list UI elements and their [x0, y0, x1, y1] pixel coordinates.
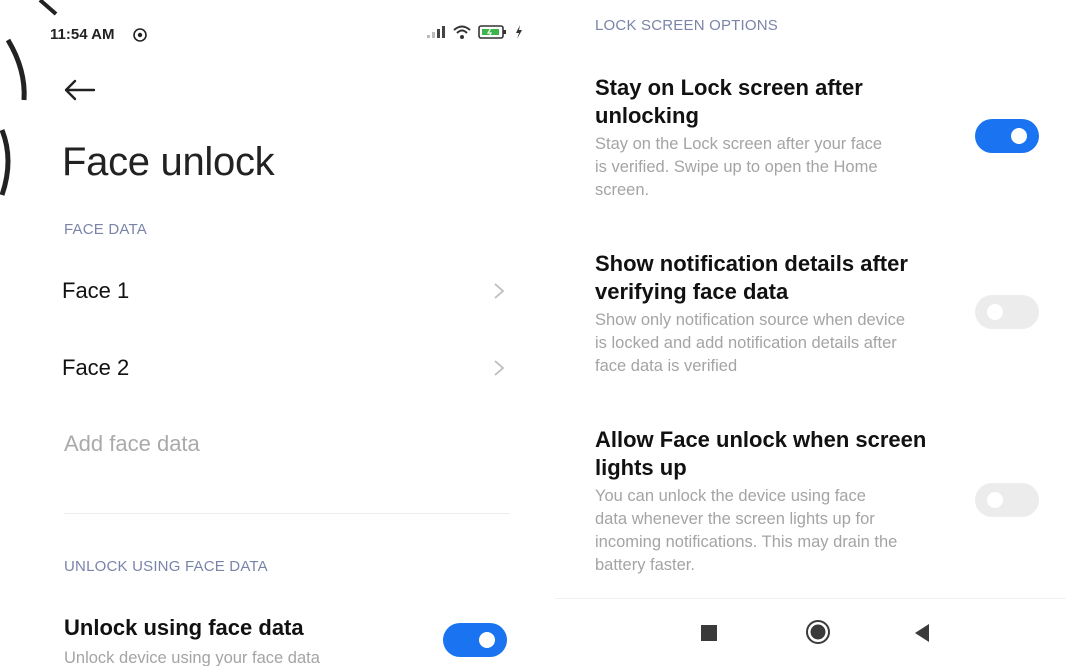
charging-bolt-icon	[516, 25, 522, 39]
desc-line: face data is verified	[595, 357, 738, 375]
signal-icon	[427, 26, 445, 38]
section-face-data: FACE DATA	[64, 221, 147, 238]
divider	[64, 513, 510, 514]
toggle-knob	[479, 632, 495, 648]
settings-icon	[133, 28, 147, 42]
page-title: Face unlock	[62, 140, 275, 184]
option-notification-details-title: Show notification details after verifyin…	[595, 250, 908, 306]
face-item-label: Face 1	[62, 278, 130, 303]
option-stay-on-lock-title: Stay on Lock screen after unlocking	[595, 74, 863, 130]
desc-line: Stay on the Lock screen after your face	[595, 135, 883, 153]
section-unlock-face-data: UNLOCK USING FACE DATA	[64, 558, 268, 575]
chevron-right-icon	[494, 360, 505, 376]
arrow-left-icon[interactable]	[62, 74, 98, 106]
option-screen-lights-up-title: Allow Face unlock when screen lights up	[595, 426, 926, 482]
wifi-icon	[453, 25, 471, 39]
recents-square-icon[interactable]	[701, 625, 717, 641]
desc-line: is locked and add notification details a…	[595, 334, 897, 352]
title-line: verifying face data	[595, 279, 789, 304]
title-line: Stay on Lock screen after	[595, 75, 863, 100]
toggle-knob	[987, 304, 1003, 320]
unlock-face-data-title: Unlock using face data	[64, 615, 304, 640]
screen-lights-up-toggle[interactable]	[975, 483, 1039, 517]
battery-charging-icon	[478, 25, 506, 39]
stay-on-lock-toggle[interactable]	[975, 119, 1039, 153]
unlock-face-data-description: Unlock device using your face data	[64, 649, 320, 666]
chevron-right-icon	[494, 283, 505, 299]
desc-line: incoming notifications. This may drain t…	[595, 533, 898, 551]
title-line: Allow Face unlock when screen	[595, 427, 927, 452]
toggle-knob	[1011, 128, 1027, 144]
face-1-item[interactable]: Face 1	[62, 269, 512, 313]
desc-line: battery faster.	[595, 556, 695, 574]
back-triangle-icon[interactable]	[913, 623, 931, 643]
option-notification-details-description: Show only notification source when devic…	[595, 309, 905, 378]
add-face-data-button[interactable]: Add face data	[64, 431, 200, 457]
home-circle-icon[interactable]	[805, 619, 831, 645]
unlock-face-data-toggle[interactable]	[443, 623, 507, 657]
desc-line: is verified. Swipe up to open the Home	[595, 158, 878, 176]
face-unlock-screen: 11:54 AM Face unlock FACE DATA Face 1 Fa…	[0, 0, 545, 666]
title-line: lights up	[595, 455, 687, 480]
status-time: 11:54 AM	[50, 26, 115, 43]
lock-screen-options-screen: LOCK SCREEN OPTIONS Stay on Lock screen …	[555, 0, 1066, 666]
desc-line: data whenever the screen lights up for	[595, 510, 875, 528]
option-screen-lights-up-description: You can unlock the device using face dat…	[595, 485, 897, 577]
desc-line: You can unlock the device using face	[595, 487, 866, 505]
desc-line: Show only notification source when devic…	[595, 311, 906, 329]
desc-line: screen.	[595, 181, 650, 199]
face-2-item[interactable]: Face 2	[62, 346, 512, 390]
notification-details-toggle[interactable]	[975, 295, 1039, 329]
status-icons	[426, 24, 524, 40]
face-item-label: Face 2	[62, 355, 130, 380]
option-stay-on-lock-description: Stay on the Lock screen after your face …	[595, 133, 882, 202]
title-line: unlocking	[595, 103, 699, 128]
title-line: Show notification details after	[595, 251, 908, 276]
toggle-knob	[987, 492, 1003, 508]
system-navigation-bar	[555, 598, 1066, 666]
section-lock-screen-options: LOCK SCREEN OPTIONS	[595, 17, 779, 34]
